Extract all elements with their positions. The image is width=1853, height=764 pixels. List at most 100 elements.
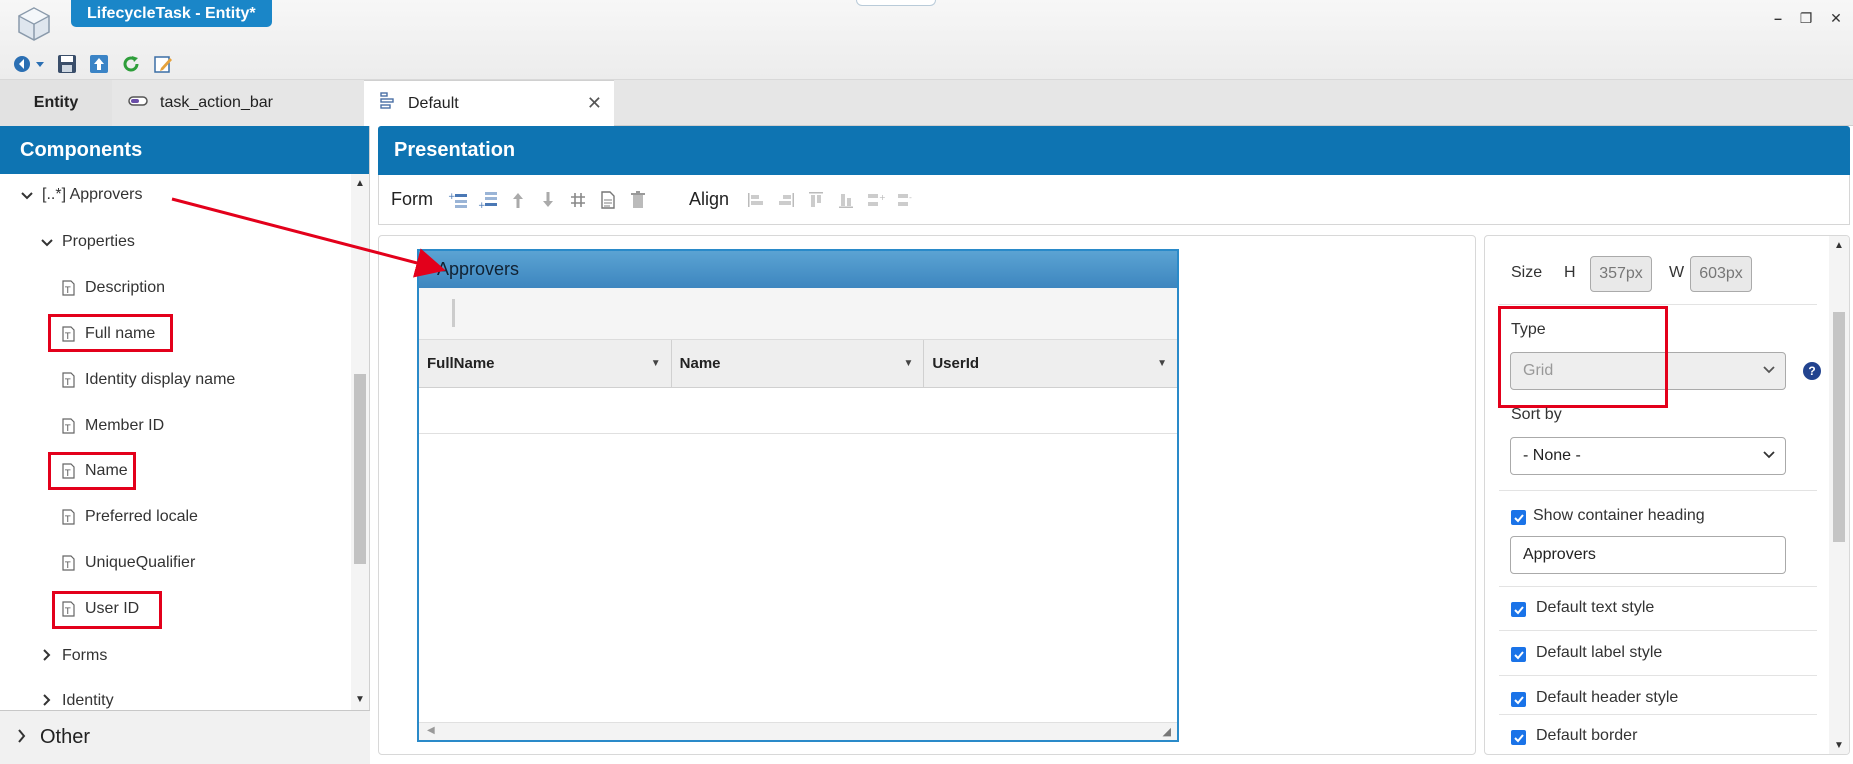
column-label: Name bbox=[679, 355, 721, 372]
height-field[interactable]: 357px bbox=[1590, 256, 1652, 292]
chevron-down-icon[interactable] bbox=[40, 234, 54, 250]
add-row-below-icon[interactable]: + bbox=[477, 189, 499, 211]
scroll-up-icon[interactable]: ▲ bbox=[351, 178, 369, 189]
highlight-type bbox=[1498, 306, 1668, 408]
restore-icon[interactable]: ❐ bbox=[1796, 10, 1816, 27]
grid-column-fullname[interactable]: FullName ▼ bbox=[419, 340, 672, 387]
decrease-spacing-icon[interactable]: - bbox=[895, 189, 917, 211]
tab-default[interactable]: Default ✕ bbox=[364, 80, 614, 126]
grid-column-userid[interactable]: UserId ▼ bbox=[924, 340, 1177, 387]
divider bbox=[1499, 630, 1817, 631]
grid-heading: Approvers bbox=[419, 251, 1177, 288]
grid-horizontal-scrollbar[interactable]: ◀ ◢ bbox=[419, 722, 1177, 740]
approvers-grid-widget[interactable]: Approvers FullName ▼ Name ▼ UserId ▼ ◀ ◢ bbox=[417, 249, 1179, 742]
tab-default-label: Default bbox=[408, 94, 459, 112]
column-menu-icon[interactable]: ▼ bbox=[903, 358, 913, 369]
chevron-right-icon[interactable] bbox=[40, 648, 54, 664]
chevron-down-icon[interactable] bbox=[20, 187, 34, 203]
add-row-above-icon[interactable]: + bbox=[447, 189, 469, 211]
properties-scrollbar[interactable]: ▲ ▼ bbox=[1829, 236, 1849, 754]
design-canvas[interactable]: Approvers FullName ▼ Name ▼ UserId ▼ ◀ ◢ bbox=[378, 235, 1476, 755]
scroll-down-icon[interactable]: ▼ bbox=[1829, 740, 1849, 751]
save-icon[interactable] bbox=[56, 53, 78, 75]
publish-icon[interactable] bbox=[88, 53, 110, 75]
action-bar-icon bbox=[128, 94, 148, 112]
tree-node-approvers[interactable]: [..*] Approvers bbox=[20, 180, 143, 210]
divider bbox=[1499, 675, 1817, 676]
property-item-description[interactable]: T Description bbox=[62, 273, 165, 303]
scroll-left-icon[interactable]: ◀ bbox=[427, 725, 435, 736]
close-icon[interactable]: ✕ bbox=[1826, 10, 1846, 27]
chevron-right-icon[interactable] bbox=[40, 693, 54, 709]
chevron-down-icon bbox=[1763, 448, 1775, 462]
resize-handle-icon[interactable]: ◢ bbox=[1163, 725, 1171, 738]
tab-entity[interactable]: Entity bbox=[0, 80, 112, 126]
tree-node-forms[interactable]: Forms bbox=[40, 641, 107, 671]
tree-node-properties[interactable]: Properties bbox=[40, 227, 135, 257]
sortby-select[interactable]: - None - bbox=[1510, 437, 1786, 475]
text-property-icon: T bbox=[62, 372, 75, 388]
app-logo-icon bbox=[16, 6, 52, 42]
help-icon[interactable]: ? bbox=[1803, 362, 1821, 380]
properties-panel: Size H 357px W 603px Type Grid ? Sort by… bbox=[1484, 235, 1850, 755]
components-scrollbar[interactable]: ▲ ▼ bbox=[351, 174, 369, 710]
column-label: UserId bbox=[932, 355, 980, 372]
size-label: Size bbox=[1511, 264, 1543, 281]
delete-icon[interactable] bbox=[627, 189, 649, 211]
column-menu-icon[interactable]: ▼ bbox=[1157, 358, 1167, 369]
property-item-label: Identity display name bbox=[85, 371, 236, 388]
scrollbar-thumb[interactable] bbox=[354, 374, 366, 564]
show-heading-checkbox[interactable] bbox=[1511, 510, 1526, 525]
editor-tab-strip: Entity task_action_bar Default ✕ bbox=[0, 80, 1853, 126]
align-right-icon[interactable] bbox=[775, 189, 797, 211]
minimize-icon[interactable]: – bbox=[1768, 10, 1788, 26]
divider bbox=[1499, 714, 1817, 715]
document-icon[interactable] bbox=[597, 189, 619, 211]
other-section-header[interactable]: Other bbox=[0, 710, 370, 764]
property-item-preferred-locale[interactable]: T Preferred locale bbox=[62, 502, 198, 532]
move-down-icon[interactable] bbox=[537, 189, 559, 211]
sortby-label: Sort by bbox=[1511, 406, 1562, 423]
top-drag-handle[interactable] bbox=[856, 0, 936, 6]
default-text-style-label: Default text style bbox=[1536, 599, 1655, 616]
move-up-icon[interactable] bbox=[507, 189, 529, 211]
highlight-full-name bbox=[48, 314, 173, 352]
default-border-checkbox[interactable] bbox=[1511, 730, 1526, 745]
default-text-style-checkbox[interactable] bbox=[1511, 602, 1526, 617]
grid-column-name[interactable]: Name ▼ bbox=[672, 340, 925, 387]
heading-text-input[interactable]: Approvers bbox=[1510, 536, 1786, 574]
svg-text:T: T bbox=[64, 378, 71, 388]
tree-node-identity[interactable]: Identity bbox=[40, 686, 114, 710]
align-bottom-icon[interactable] bbox=[835, 189, 857, 211]
default-label-style-checkbox[interactable] bbox=[1511, 647, 1526, 662]
refresh-icon[interactable] bbox=[120, 53, 142, 75]
width-field[interactable]: 603px bbox=[1690, 256, 1752, 292]
property-item-unique-qualifier[interactable]: T UniqueQualifier bbox=[62, 548, 195, 578]
column-label: FullName bbox=[427, 355, 495, 372]
scrollbar-thumb[interactable] bbox=[1833, 312, 1845, 542]
back-icon[interactable] bbox=[12, 53, 46, 75]
scroll-down-icon[interactable]: ▼ bbox=[351, 694, 369, 705]
column-menu-icon[interactable]: ▼ bbox=[651, 358, 661, 369]
property-item-label: UniqueQualifier bbox=[85, 554, 196, 571]
tree-node-label: Identity bbox=[62, 692, 114, 709]
align-top-icon[interactable] bbox=[805, 189, 827, 211]
close-tab-icon[interactable]: ✕ bbox=[587, 93, 602, 114]
grid-icon[interactable] bbox=[567, 189, 589, 211]
property-item-member-id[interactable]: T Member ID bbox=[62, 411, 164, 441]
align-left-icon[interactable] bbox=[745, 189, 767, 211]
svg-text:+: + bbox=[448, 192, 456, 202]
height-label: H bbox=[1564, 264, 1576, 281]
grid-header-row: FullName ▼ Name ▼ UserId ▼ bbox=[419, 340, 1177, 388]
increase-spacing-icon[interactable]: + bbox=[865, 189, 887, 211]
default-header-style-checkbox[interactable] bbox=[1511, 692, 1526, 707]
highlight-user-id bbox=[52, 591, 162, 629]
grid-toolbar bbox=[419, 288, 1177, 340]
property-item-identity-display-name[interactable]: T Identity display name bbox=[62, 365, 235, 395]
scroll-up-icon[interactable]: ▲ bbox=[1829, 240, 1849, 251]
text-property-icon: T bbox=[62, 555, 75, 571]
tree-node-label: Properties bbox=[62, 233, 135, 250]
edit-icon[interactable] bbox=[152, 53, 174, 75]
components-header: Components bbox=[0, 126, 369, 174]
tab-task-action-bar[interactable]: task_action_bar bbox=[112, 80, 364, 126]
